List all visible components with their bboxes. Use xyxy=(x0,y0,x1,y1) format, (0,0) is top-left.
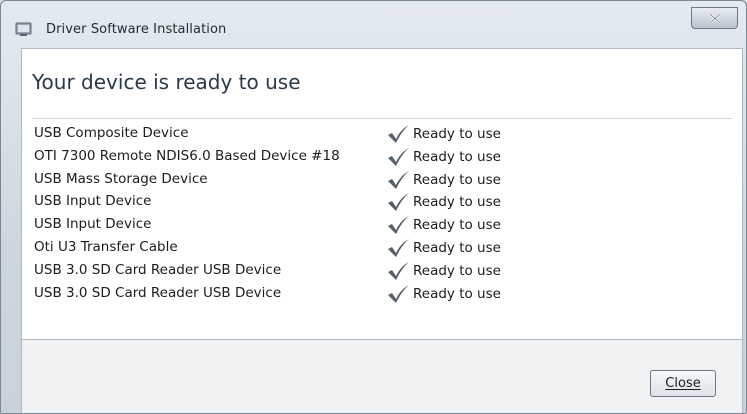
status-text: Ready to use xyxy=(413,285,501,302)
checkmark-icon xyxy=(388,216,409,235)
checkmark-icon xyxy=(388,238,409,257)
device-name: USB 3.0 SD Card Reader USB Device xyxy=(34,284,282,301)
device-name: USB Composite Device xyxy=(34,125,189,141)
device-name: USB Input Device xyxy=(34,193,152,210)
title-bar[interactable]: Driver Software Installation xyxy=(1,1,746,47)
device-name: OTI 7300 Remote NDIS6.0 Based Device #18 xyxy=(34,147,340,164)
status-text: Ready to use xyxy=(413,171,501,188)
checkmark-icon xyxy=(388,125,409,143)
checkmark-icon xyxy=(388,147,409,166)
device-row: USB 3.0 SD Card Reader USB Device Ready t… xyxy=(34,260,554,283)
status-text: Ready to use xyxy=(413,194,501,211)
device-list: USB Composite Device Ready to use OTI 7300… xyxy=(34,123,554,305)
window-title: Driver Software Installation xyxy=(46,22,227,37)
device-row: OTI 7300 Remote NDIS6.0 Based Device #18… xyxy=(34,146,554,169)
device-row: USB Input Device Ready to use xyxy=(34,191,554,214)
device-name: USB Input Device xyxy=(34,216,152,233)
status-text: Ready to use xyxy=(413,262,501,279)
content-panel: Your device is ready to use USB Composit… xyxy=(21,48,743,340)
dialog-footer: Close xyxy=(21,340,743,413)
close-x-icon xyxy=(709,13,721,24)
status-text: Ready to use xyxy=(413,217,501,234)
device-name: Oti U3 Transfer Cable xyxy=(34,238,178,255)
device-row: Oti U3 Transfer Cable Ready to use xyxy=(34,237,554,260)
checkmark-icon xyxy=(388,261,409,280)
close-x-button[interactable] xyxy=(691,7,738,29)
status-text: Ready to use xyxy=(413,148,501,165)
divider xyxy=(32,118,732,119)
device-row: USB 3.0 SD Card Reader USB Device Ready t… xyxy=(34,283,554,306)
page-heading: Your device is ready to use xyxy=(32,70,301,94)
checkmark-icon xyxy=(388,170,409,189)
checkmark-icon xyxy=(388,284,409,303)
device-name: USB 3.0 SD Card Reader USB Device xyxy=(34,261,282,278)
device-row: USB Mass Storage Device Ready to use xyxy=(34,169,554,192)
close-button[interactable]: Close xyxy=(650,370,716,397)
installation-dialog: Driver Software Installation Your device… xyxy=(0,0,747,414)
status-text: Ready to use xyxy=(413,239,501,256)
device-row: USB Composite Device Ready to use xyxy=(34,123,554,146)
status-text: Ready to use xyxy=(413,126,501,142)
checkmark-icon xyxy=(388,193,409,212)
close-button-label: Close xyxy=(665,376,701,391)
device-row: USB Input Device Ready to use xyxy=(34,214,554,237)
hardware-device-icon xyxy=(15,20,32,37)
device-name: USB Mass Storage Device xyxy=(34,170,208,187)
